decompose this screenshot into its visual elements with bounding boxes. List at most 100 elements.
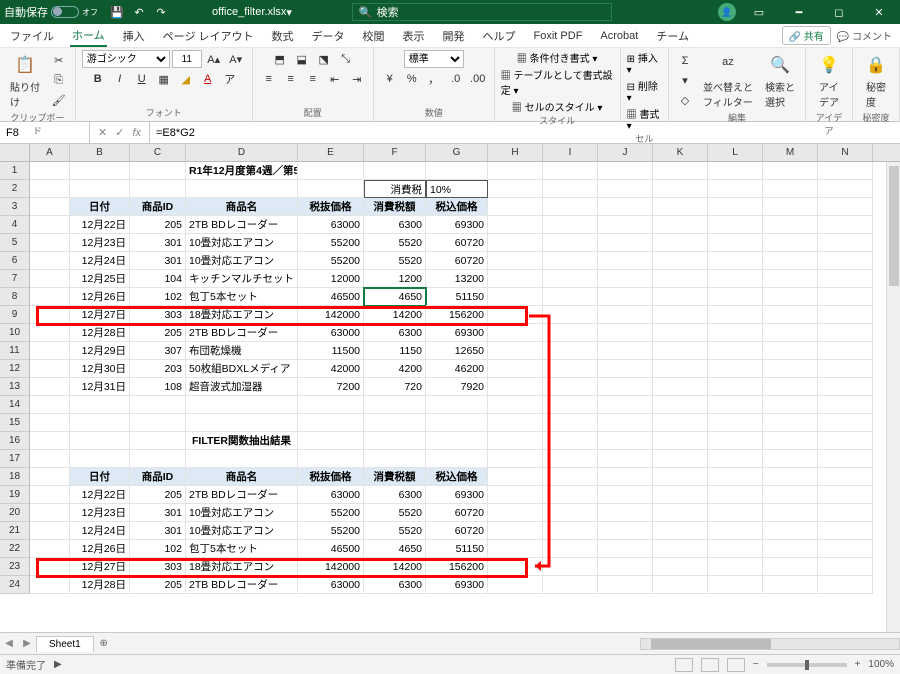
cell-H14[interactable] xyxy=(488,396,543,414)
fillcolor-icon[interactable]: ◢ xyxy=(176,70,196,88)
cell-K24[interactable] xyxy=(653,576,708,594)
tab-home[interactable]: ホーム xyxy=(70,25,107,47)
cell-J15[interactable] xyxy=(598,414,653,432)
cell-D5[interactable]: 10畳対応エアコン xyxy=(186,234,298,252)
clear-icon[interactable]: ◇ xyxy=(675,92,695,110)
cell-C3[interactable]: 商品ID xyxy=(130,198,186,216)
cell-M2[interactable] xyxy=(763,180,818,198)
cell-K12[interactable] xyxy=(653,360,708,378)
cell-H4[interactable] xyxy=(488,216,543,234)
cell-H19[interactable] xyxy=(488,486,543,504)
column-header-J[interactable]: J xyxy=(598,144,653,161)
tab-nav-prev-icon[interactable]: ◀ xyxy=(0,638,18,649)
tab-pagelayout[interactable]: ページ レイアウト xyxy=(161,26,256,46)
cell-H1[interactable] xyxy=(488,162,543,180)
cell-G18[interactable]: 税込価格 xyxy=(426,468,488,486)
align-center-icon[interactable]: ≡ xyxy=(281,70,301,88)
row-header-24[interactable]: 24 xyxy=(0,576,30,594)
cell-B14[interactable] xyxy=(70,396,130,414)
cell-A2[interactable] xyxy=(30,180,70,198)
share-button[interactable]: 🔗 共有 xyxy=(782,26,831,45)
insert-cells-button[interactable]: ⊞ 挿入 ▾ xyxy=(627,50,662,76)
cell-H9[interactable] xyxy=(488,306,543,324)
cell-A13[interactable] xyxy=(30,378,70,396)
cell-C16[interactable] xyxy=(130,432,186,450)
cell-G5[interactable]: 60720 xyxy=(426,234,488,252)
cell-E2[interactable] xyxy=(298,180,364,198)
cell-L13[interactable] xyxy=(708,378,763,396)
cell-D18[interactable]: 商品名 xyxy=(186,468,298,486)
tab-data[interactable]: データ xyxy=(310,26,347,46)
close-icon[interactable]: ✕ xyxy=(862,0,896,24)
cell-E18[interactable]: 税抜価格 xyxy=(298,468,364,486)
cell-C19[interactable]: 205 xyxy=(130,486,186,504)
cell-E21[interactable]: 55200 xyxy=(298,522,364,540)
cell-H5[interactable] xyxy=(488,234,543,252)
cell-G20[interactable]: 60720 xyxy=(426,504,488,522)
cell-H3[interactable] xyxy=(488,198,543,216)
cell-J9[interactable] xyxy=(598,306,653,324)
tab-acrobat[interactable]: Acrobat xyxy=(598,28,640,44)
row-header-15[interactable]: 15 xyxy=(0,414,30,432)
search-box[interactable]: 🔍 検索 xyxy=(352,3,612,21)
cell-C9[interactable]: 303 xyxy=(130,306,186,324)
cell-L22[interactable] xyxy=(708,540,763,558)
cell-I7[interactable] xyxy=(543,270,598,288)
cell-A17[interactable] xyxy=(30,450,70,468)
cell-K13[interactable] xyxy=(653,378,708,396)
cell-N12[interactable] xyxy=(818,360,873,378)
cell-A22[interactable] xyxy=(30,540,70,558)
cell-G21[interactable]: 60720 xyxy=(426,522,488,540)
inc-decimal-icon[interactable]: .0 xyxy=(446,70,466,88)
align-left-icon[interactable]: ≡ xyxy=(259,70,279,88)
tab-insert[interactable]: 挿入 xyxy=(121,26,147,46)
cell-F16[interactable] xyxy=(364,432,426,450)
conditional-format-button[interactable]: ▦ 条件付き書式 ▾ xyxy=(517,50,598,65)
cell-D21[interactable]: 10畳対応エアコン xyxy=(186,522,298,540)
column-header-N[interactable]: N xyxy=(818,144,873,161)
cell-D8[interactable]: 包丁5本セット xyxy=(186,288,298,306)
column-header-A[interactable]: A xyxy=(30,144,70,161)
cell-A21[interactable] xyxy=(30,522,70,540)
cell-L12[interactable] xyxy=(708,360,763,378)
cell-C11[interactable]: 307 xyxy=(130,342,186,360)
cell-L8[interactable] xyxy=(708,288,763,306)
cell-A5[interactable] xyxy=(30,234,70,252)
currency-icon[interactable]: ¥ xyxy=(380,70,400,88)
cell-H8[interactable] xyxy=(488,288,543,306)
cell-I3[interactable] xyxy=(543,198,598,216)
fontcolor-icon[interactable]: A xyxy=(198,70,218,88)
cell-F9[interactable]: 14200 xyxy=(364,306,426,324)
cell-D16[interactable]: FILTER関数抽出結果 xyxy=(186,432,298,450)
cell-C24[interactable]: 205 xyxy=(130,576,186,594)
tab-review[interactable]: 校閲 xyxy=(361,26,387,46)
cell-C15[interactable] xyxy=(130,414,186,432)
cell-J12[interactable] xyxy=(598,360,653,378)
cell-N3[interactable] xyxy=(818,198,873,216)
cell-B6[interactable]: 12月24日 xyxy=(70,252,130,270)
dec-decimal-icon[interactable]: .00 xyxy=(468,70,488,88)
cell-B7[interactable]: 12月25日 xyxy=(70,270,130,288)
row-header-19[interactable]: 19 xyxy=(0,486,30,504)
cell-E11[interactable]: 11500 xyxy=(298,342,364,360)
row-header-20[interactable]: 20 xyxy=(0,504,30,522)
cell-J16[interactable] xyxy=(598,432,653,450)
phonetic-icon[interactable]: ア xyxy=(220,70,240,88)
row-header-7[interactable]: 7 xyxy=(0,270,30,288)
spreadsheet-grid[interactable]: ABCDEFGHIJKLMN 1R1年12月度第4週／第5週売上2消費税10%3… xyxy=(0,144,900,632)
cell-B11[interactable]: 12月29日 xyxy=(70,342,130,360)
cell-C7[interactable]: 104 xyxy=(130,270,186,288)
cell-A9[interactable] xyxy=(30,306,70,324)
column-header-L[interactable]: L xyxy=(708,144,763,161)
cell-C4[interactable]: 205 xyxy=(130,216,186,234)
cell-K14[interactable] xyxy=(653,396,708,414)
column-header-F[interactable]: F xyxy=(364,144,426,161)
cell-K3[interactable] xyxy=(653,198,708,216)
fx-confirm-icon[interactable]: ✓ xyxy=(115,126,124,139)
cell-D4[interactable]: 2TB BDレコーダー xyxy=(186,216,298,234)
cell-N21[interactable] xyxy=(818,522,873,540)
cell-H20[interactable] xyxy=(488,504,543,522)
cell-H11[interactable] xyxy=(488,342,543,360)
row-header-8[interactable]: 8 xyxy=(0,288,30,306)
cell-D23[interactable]: 18畳対応エアコン xyxy=(186,558,298,576)
